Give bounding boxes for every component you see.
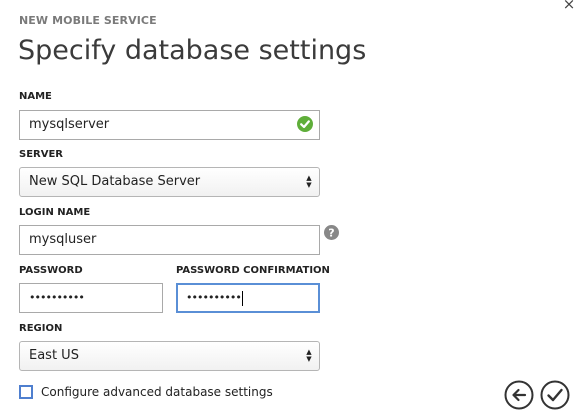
close-icon[interactable]: ×: [562, 0, 574, 12]
region-selected-value: East US: [29, 348, 79, 363]
select-arrows-icon: ▲ ▼: [306, 174, 312, 189]
select-arrows-icon: ▲ ▼: [306, 348, 312, 363]
name-field[interactable]: mysqlserver: [19, 110, 320, 140]
svg-text:?: ?: [328, 227, 334, 240]
checkmark-circle-icon[interactable]: [540, 380, 570, 410]
dialog-subtitle: NEW MOBILE SERVICE: [19, 14, 157, 27]
advanced-settings-label[interactable]: Configure advanced database settings: [41, 385, 273, 399]
password-label: PASSWORD: [19, 265, 83, 276]
page-title: Specify database settings: [18, 35, 367, 66]
arrow-left-circle-icon[interactable]: [504, 380, 534, 410]
password-confirmation-field[interactable]: ••••••••••: [176, 283, 320, 313]
password-confirmation-label: PASSWORD CONFIRMATION: [176, 265, 330, 276]
login-name-label: LOGIN NAME: [19, 207, 91, 218]
name-value: mysqlserver: [29, 117, 110, 132]
password-field[interactable]: ••••••••••: [19, 283, 163, 313]
region-label: REGION: [19, 323, 63, 334]
server-selected-value: New SQL Database Server: [29, 174, 201, 189]
check-circle-icon: [297, 116, 313, 132]
password-masked-value: ••••••••••: [29, 291, 85, 304]
server-label: SERVER: [19, 149, 64, 160]
advanced-settings-checkbox[interactable]: [19, 385, 33, 399]
server-select[interactable]: New SQL Database Server ▲ ▼: [19, 167, 320, 197]
password-confirmation-masked-value: ••••••••••: [186, 291, 242, 304]
login-name-value: mysqluser: [29, 232, 97, 247]
login-name-field[interactable]: mysqluser: [19, 225, 320, 255]
text-caret: [241, 290, 243, 306]
region-select[interactable]: East US ▲ ▼: [19, 341, 320, 371]
question-circle-icon[interactable]: ?: [324, 225, 339, 240]
name-label: NAME: [19, 91, 52, 102]
